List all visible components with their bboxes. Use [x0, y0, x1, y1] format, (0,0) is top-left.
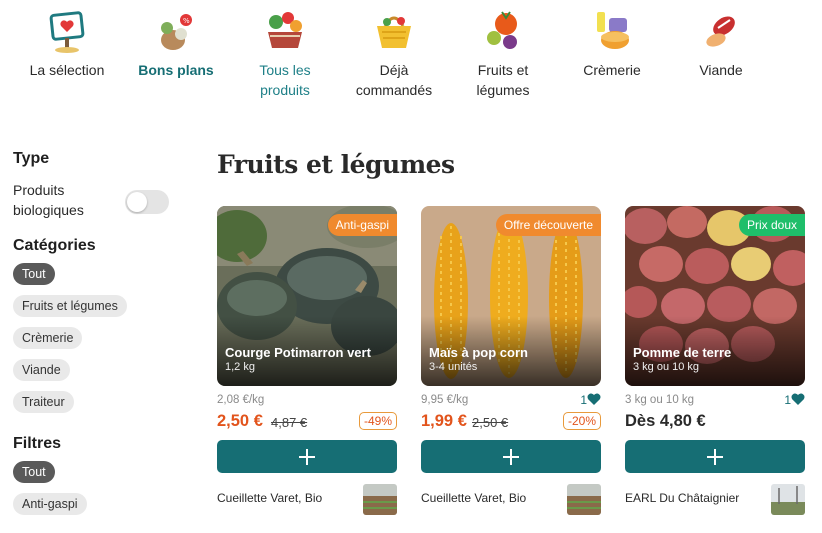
chip-category-viande[interactable]: Viande — [13, 359, 70, 381]
producer-thumbnail[interactable] — [363, 484, 397, 515]
product-name: Maïs à pop corn — [429, 345, 528, 360]
plus-icon — [299, 449, 315, 465]
producer-name[interactable]: Cueillette Varet, Bio — [421, 491, 526, 505]
unit-price: 3 kg ou 10 kg — [625, 394, 695, 406]
old-price: 2,50 € — [472, 415, 509, 430]
product-image[interactable]: Anti-gaspi Courge Potimarron vert 1,2 kg — [217, 206, 397, 386]
categories-heading: Catégories — [13, 237, 96, 254]
product-quantity: 3-4 unités — [429, 361, 478, 373]
heart-icon — [587, 393, 601, 405]
add-to-cart-button[interactable] — [625, 440, 805, 473]
product-card[interactable]: Prix doux Pomme de terre 3 kg ou 10 kg 3… — [625, 206, 805, 533]
product-image[interactable]: Prix doux Pomme de terre 3 kg ou 10 kg — [625, 206, 805, 386]
filters-heading: Filtres — [13, 435, 62, 452]
product-name: Courge Potimarron vert — [225, 345, 371, 360]
nav-label: La sélection — [29, 62, 105, 78]
sign-heart-icon — [49, 11, 85, 53]
nav-poisson[interactable]: Po — [775, 0, 822, 80]
product-price: 1,99 € — [421, 412, 467, 430]
add-to-cart-button[interactable] — [421, 440, 601, 473]
product-image[interactable]: Offre découverte Maïs à pop corn 3-4 uni… — [421, 206, 601, 386]
product-name: Pomme de terre — [633, 345, 732, 360]
chip-filter-anti-gaspi[interactable]: Anti-gaspi — [13, 493, 87, 515]
product-quantity: 1,2 kg — [225, 361, 255, 373]
toggle-knob — [127, 192, 147, 212]
nav-fruits-et-legumes[interactable]: Fruits et légumes — [448, 0, 558, 100]
likes-count: 1 — [580, 393, 587, 407]
favorites-count[interactable]: 1 — [580, 393, 601, 407]
discount-badge: -20% — [562, 412, 601, 430]
basket-ordered-icon — [377, 16, 411, 48]
promo-badge: Prix doux — [738, 214, 805, 236]
chip-category-tout[interactable]: Tout — [13, 263, 55, 285]
chip-category-fruits-legumes[interactable]: Fruits et légumes — [13, 295, 127, 317]
promo-badge: Anti-gaspi — [327, 214, 397, 236]
heart-icon — [791, 393, 805, 405]
producer-name[interactable]: EARL Du Châtaignier — [625, 491, 739, 505]
nav-la-selection[interactable]: La sélection — [12, 0, 122, 80]
favorites-count[interactable]: 1 — [784, 393, 805, 407]
type-heading: Type — [13, 150, 50, 167]
producer-name[interactable]: Cueillette Varet, Bio — [217, 491, 322, 505]
nav-label: Tous les produits — [259, 62, 311, 98]
filters-sidebar: Type Produits biologiques Catégories Tou… — [13, 150, 183, 525]
basket-all-icon — [268, 12, 302, 48]
meat-icon — [706, 16, 735, 47]
nav-bons-plans[interactable]: % Bons plans — [121, 0, 231, 80]
nav-label: Fruits et légumes — [476, 62, 530, 98]
nav-cremerie[interactable]: Crèmerie — [557, 0, 667, 80]
producer-thumbnail[interactable] — [567, 484, 601, 515]
svg-text:%: % — [183, 17, 190, 25]
product-card[interactable]: Offre découverte Maïs à pop corn 3-4 uni… — [421, 206, 601, 533]
promo-badge: Offre découverte — [495, 214, 601, 236]
add-to-cart-button[interactable] — [217, 440, 397, 473]
filter-chips: Tout Anti-gaspi — [13, 461, 183, 525]
discount-bag-icon: % — [161, 14, 192, 50]
dairy-icon — [597, 12, 629, 49]
chip-filter-tout[interactable]: Tout — [13, 461, 55, 483]
old-price: 4,87 € — [271, 415, 308, 430]
plus-icon — [707, 449, 723, 465]
chip-category-traiteur[interactable]: Traiteur — [13, 391, 74, 413]
chip-category-cremerie[interactable]: Crèmerie — [13, 327, 83, 349]
nav-label: Bons plans — [138, 62, 214, 78]
nav-tous-les-produits[interactable]: Tous les produits — [230, 0, 340, 100]
category-chips: Tout Fruits et légumes Crèmerie Viande T… — [13, 263, 183, 423]
product-price: Dès 4,80 € — [625, 412, 706, 430]
category-nav: La sélection % Bons plans Tous les produ… — [0, 0, 822, 110]
organic-filter: Produits biologiques — [13, 180, 183, 222]
producer-thumbnail[interactable] — [771, 484, 805, 515]
product-card[interactable]: Anti-gaspi Courge Potimarron vert 1,2 kg… — [217, 206, 397, 533]
likes-count: 1 — [784, 393, 791, 407]
nav-viande[interactable]: Viande — [666, 0, 776, 80]
vegetables-icon — [487, 11, 517, 49]
unit-price: 9,95 €/kg — [421, 394, 469, 406]
nav-label: Viande — [699, 62, 743, 78]
plus-icon — [503, 449, 519, 465]
nav-label: Po — [775, 60, 822, 80]
fish-icon — [807, 8, 822, 54]
unit-price: 2,08 €/kg — [217, 394, 265, 406]
nav-deja-commandes[interactable]: Déjà commandés — [339, 0, 449, 100]
section-title: Fruits et légumes — [217, 150, 455, 179]
organic-toggle[interactable] — [125, 190, 169, 214]
nav-label: Déjà commandés — [355, 62, 433, 98]
product-quantity: 3 kg ou 10 kg — [633, 361, 700, 373]
nav-label: Crèmerie — [583, 62, 641, 78]
product-price: 2,50 € — [217, 412, 263, 430]
organic-label: Produits biologiques — [13, 182, 84, 218]
discount-badge: -49% — [358, 412, 397, 430]
